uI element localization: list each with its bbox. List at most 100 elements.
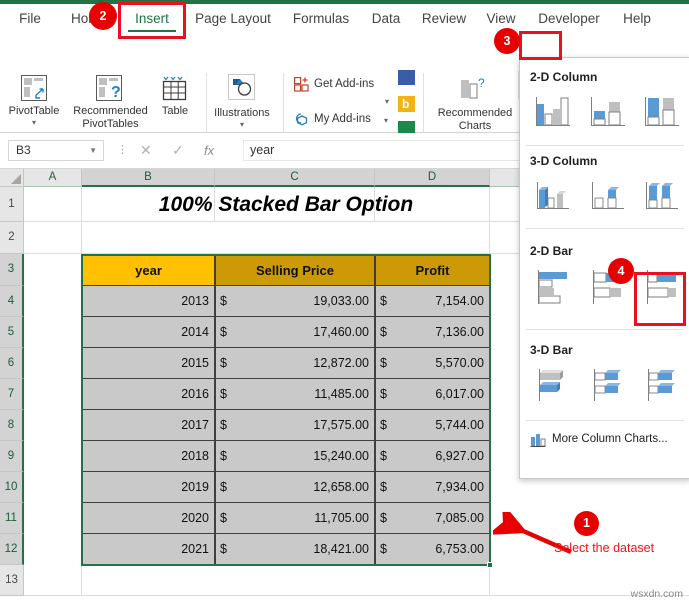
currency-symbol: $ (220, 356, 227, 370)
row-header-1[interactable]: 1 (0, 187, 24, 222)
table-row[interactable]: 2021 (82, 534, 215, 565)
table-row[interactable]: $ 19,033.00 (215, 286, 375, 317)
select-all-button[interactable] (0, 169, 24, 187)
table-row[interactable]: $ 15,240.00 (215, 441, 375, 472)
sheet-title[interactable]: 100% Stacked Bar Option (82, 187, 490, 222)
tab-page-layout[interactable]: Page Layout (186, 4, 280, 33)
annotation-badge-1: 1 (574, 511, 599, 536)
chart-thumb-3d-100-stacked-bar[interactable] (640, 365, 682, 407)
currency-symbol: $ (220, 542, 227, 556)
chart-thumb-clustered-column[interactable] (531, 90, 573, 132)
table-row[interactable]: $ 6,753.00 (375, 534, 490, 565)
addins-overflow-chevron-icon[interactable]: ▾ (385, 97, 389, 106)
chart-thumb-3d-clustered-column[interactable] (531, 174, 573, 216)
table-row[interactable]: 2013 (82, 286, 215, 317)
currency-symbol: $ (380, 387, 387, 401)
table-row[interactable]: 2020 (82, 503, 215, 534)
table-row[interactable]: $ 6,927.00 (375, 441, 490, 472)
table-row[interactable]: $ 5,570.00 (375, 348, 490, 379)
chart-thumb-stacked-column[interactable] (586, 90, 628, 132)
row-header-3[interactable]: 3 (0, 254, 24, 286)
tab-help[interactable]: Help (614, 4, 660, 33)
table-row[interactable]: $ 5,744.00 (375, 410, 490, 441)
table-row[interactable]: $ 6,017.00 (375, 379, 490, 410)
chart-thumb-100-stacked-column[interactable] (640, 90, 682, 132)
chevron-down-icon[interactable]: ▾ (0, 118, 68, 127)
table-header-profit[interactable]: Profit (375, 255, 490, 286)
table-header-year[interactable]: year (82, 255, 215, 286)
cell-selling-price-2016: 11,485.00 (314, 387, 369, 401)
table-row[interactable]: $ 7,136.00 (375, 317, 490, 348)
table-row[interactable]: $ 7,085.00 (375, 503, 490, 534)
chevron-down-icon[interactable]: ▾ (384, 116, 388, 125)
table-row[interactable]: $ 12,658.00 (215, 472, 375, 503)
tab-review[interactable]: Review (414, 4, 474, 33)
cell-year-2019: 2019 (181, 480, 209, 494)
table-row[interactable]: 2018 (82, 441, 215, 472)
column-header-d[interactable]: D (375, 169, 490, 187)
insert-function-fx-icon[interactable]: fx (204, 141, 214, 160)
cell-year-2021: 2021 (181, 542, 209, 556)
cancel-x-icon[interactable]: ✕ (140, 141, 152, 160)
row-header-8[interactable]: 8 (0, 410, 24, 441)
row-header-11[interactable]: 11 (0, 503, 24, 534)
fill-handle[interactable] (487, 562, 493, 568)
tab-formulas[interactable]: Formulas (284, 4, 358, 33)
formula-bar-handle[interactable]: ⋮ (117, 145, 128, 156)
table-row[interactable]: $ 18,421.00 (215, 534, 375, 565)
row-header-12[interactable]: 12 (0, 534, 24, 565)
table-row[interactable]: 2017 (82, 410, 215, 441)
tab-file[interactable]: File (8, 4, 52, 33)
chevron-down-icon[interactable]: ▼ (89, 141, 97, 160)
chart-thumb-3d-stacked-column[interactable] (586, 174, 628, 216)
table-row[interactable]: 2014 (82, 317, 215, 348)
table-row[interactable]: $ 17,575.00 (215, 410, 375, 441)
pivot-table-button[interactable]: PivotTable ▾ (0, 105, 68, 127)
chart-thumb-3d-clustered-bar[interactable] (531, 365, 573, 407)
gallery-section-3d-bar: 3-D Bar (530, 343, 573, 357)
tab-data[interactable]: Data (362, 4, 410, 33)
table-row[interactable]: $ 7,154.00 (375, 286, 490, 317)
more-column-charts-item[interactable]: More Column Charts... (552, 433, 668, 445)
table-row[interactable]: 2019 (82, 472, 215, 503)
more-column-charts-label: More Column Charts... (552, 433, 668, 445)
row-header-9[interactable]: 9 (0, 441, 24, 472)
chevron-down-icon[interactable]: ▾ (206, 120, 278, 129)
table-button[interactable]: Table (150, 105, 200, 118)
chart-thumb-3d-100-stacked-column[interactable] (640, 174, 682, 216)
row-header-2[interactable]: 2 (0, 222, 24, 254)
table-row[interactable]: $ 11,485.00 (215, 379, 375, 410)
tab-developer[interactable]: Developer (528, 4, 610, 33)
column-header-c[interactable]: C (215, 169, 375, 187)
confirm-check-icon[interactable]: ✓ (172, 141, 184, 160)
table-header-selling-price[interactable]: Selling Price (215, 255, 375, 286)
chart-thumb-3d-stacked-bar[interactable] (586, 365, 628, 407)
recommended-charts-button[interactable]: Recommended Charts (437, 107, 513, 133)
row-header-10[interactable]: 10 (0, 472, 24, 503)
table-row[interactable]: 2016 (82, 379, 215, 410)
recommended-pivot-icon: ? (96, 75, 122, 101)
row-header-7[interactable]: 7 (0, 379, 24, 410)
illustrations-button[interactable]: Illustrations ▾ (206, 107, 278, 129)
column-header-a[interactable]: A (24, 169, 82, 187)
table-row[interactable]: $ 11,705.00 (215, 503, 375, 534)
column-header-b[interactable]: B (82, 169, 215, 187)
table-row[interactable]: 2015 (82, 348, 215, 379)
visio-icon[interactable] (398, 70, 415, 85)
table-row[interactable]: $ 7,934.00 (375, 472, 490, 503)
recommended-pivot-line2: PivotTables (82, 118, 139, 130)
get-addins-label: Get Add-ins (314, 78, 375, 90)
recommended-pivot-tables-button[interactable]: Recommended PivotTables (63, 105, 158, 131)
currency-symbol: $ (220, 387, 227, 401)
table-row[interactable]: $ 12,872.00 (215, 348, 375, 379)
row-header-4[interactable]: 4 (0, 286, 24, 317)
row-header-13[interactable]: 13 (0, 565, 24, 596)
chart-thumb-clustered-bar[interactable] (531, 266, 573, 308)
row-header-5[interactable]: 5 (0, 317, 24, 348)
cell-profit-2019: 7,934.00 (435, 480, 484, 494)
row-header-6[interactable]: 6 (0, 348, 24, 379)
name-box[interactable]: B3 ▼ (8, 140, 104, 161)
table-row[interactable]: $ 17,460.00 (215, 317, 375, 348)
bing-maps-icon[interactable]: b (398, 96, 415, 112)
recommended-charts-icon: ? (459, 75, 487, 104)
